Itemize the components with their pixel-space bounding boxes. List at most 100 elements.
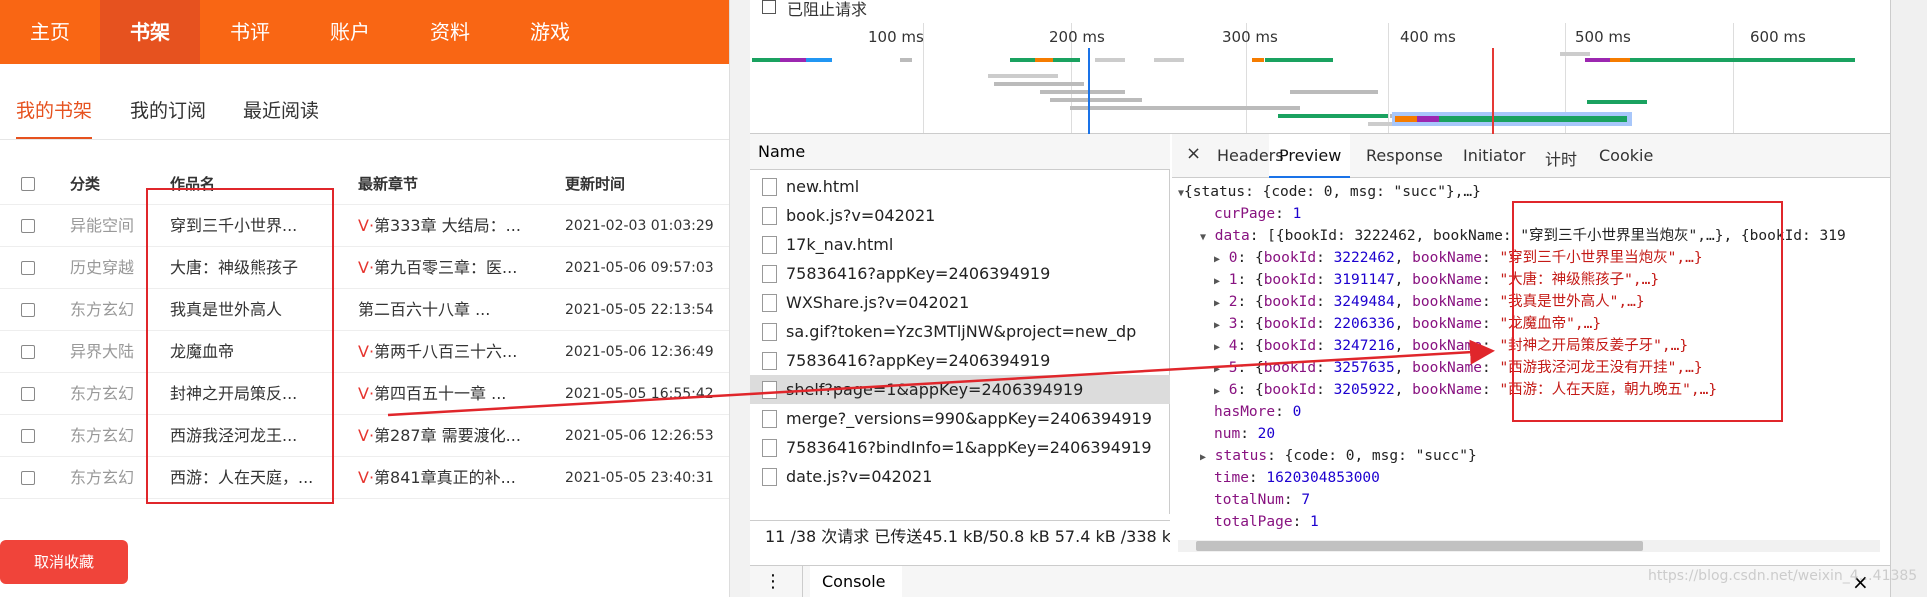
row-checkbox[interactable]	[21, 471, 35, 485]
update-time: 2021-02-03 01:03:29	[565, 218, 714, 234]
book-category: 异能空间	[70, 216, 135, 235]
chapter-title: 第两千八百三十六...	[374, 342, 518, 361]
chapter-title: 第287章 需要渡化...	[374, 426, 521, 445]
tab-console[interactable]: Console	[810, 566, 902, 597]
cancel-favorite-button[interactable]: 取消收藏	[0, 540, 128, 584]
header-category: 分类	[70, 175, 101, 193]
file-icon	[762, 265, 777, 283]
request-row[interactable]: WXShare.js?v=042021	[750, 288, 1170, 317]
update-time: 2021-05-06 12:26:53	[565, 428, 714, 444]
latest-chapter-link[interactable]: V·第两千八百三十六...	[358, 331, 517, 373]
vip-marker: V·	[358, 258, 375, 277]
request-row[interactable]: merge?_versions=990&appKey=2406394919	[750, 404, 1170, 433]
table-row[interactable]: 东方玄幻 封神之开局策反... V·第四百五十一章 ... 2021-05-05 16…	[0, 373, 729, 415]
vip-marker: V·	[358, 342, 375, 361]
request-name: WXShare.js?v=042021	[786, 293, 970, 312]
table-row[interactable]: 东方玄幻 西游我泾河龙王... V·第287章 需要渡化... 2021-05-06 …	[0, 415, 729, 457]
json-status[interactable]: ▶ status: {code: 0, msg: "succ"}	[1200, 445, 1477, 469]
side-panel-strip	[1890, 0, 1927, 597]
request-name: 75836416?appKey=2406394919	[786, 264, 1051, 283]
request-name: new.html	[786, 177, 860, 196]
table-row[interactable]: 东方玄幻 西游：人在天庭，... V·第841章真正的补... 2021-05-05 …	[0, 457, 729, 499]
tick-label: 100 ms	[868, 28, 924, 46]
tab-preview[interactable]: Preview	[1279, 146, 1341, 165]
request-name: date.js?v=042021	[786, 467, 933, 486]
nav-games[interactable]: 游戏	[500, 0, 600, 64]
network-status-summary: 11 /38 次请求 已传送45.1 kB/50.8 kB 57.4 kB /3…	[750, 520, 1170, 560]
request-row[interactable]: date.js?v=042021	[750, 462, 1170, 491]
tick-label: 600 ms	[1750, 28, 1806, 46]
json-totalnum: totalNum: 7	[1214, 492, 1311, 508]
book-category: 东方玄幻	[70, 384, 135, 403]
request-row[interactable]: book.js?v=042021	[750, 201, 1170, 230]
request-row[interactable]: sa.gif?token=Yzc3MTljNW&project=new_dp	[750, 317, 1170, 346]
tab-my-subscriptions[interactable]: 我的订阅	[130, 96, 206, 137]
annotation-box-booknames	[1512, 201, 1783, 422]
row-checkbox[interactable]	[21, 261, 35, 275]
table-header-row: 分类 作品名 最新章节 更新时间	[0, 163, 729, 205]
request-name: sa.gif?token=Yzc3MTljNW&project=new_dp	[786, 322, 1137, 341]
update-time: 2021-05-06 12:36:49	[565, 344, 714, 360]
update-time: 2021-05-05 23:40:31	[565, 470, 714, 486]
file-icon	[762, 178, 777, 196]
request-row[interactable]: 75836416?appKey=2406394919	[750, 259, 1170, 288]
network-timeline[interactable]: 100 ms 200 ms 300 ms 400 ms 500 ms 600 m…	[750, 18, 1890, 134]
latest-chapter-link[interactable]: V·第四百五十一章 ...	[358, 373, 506, 415]
table-row[interactable]: 历史穿越 大唐：神级熊孩子 V·第九百零三章：医... 2021-05-06 09:5…	[0, 247, 729, 289]
more-icon[interactable]: ⋮	[764, 566, 782, 597]
json-num: num: 20	[1214, 426, 1276, 442]
request-name: 75836416?appKey=2406394919	[786, 351, 1051, 370]
latest-chapter-link[interactable]: V·第九百零三章：医...	[358, 247, 517, 289]
request-row[interactable]: 17k_nav.html	[750, 230, 1170, 259]
tab-recent-reading[interactable]: 最近阅读	[243, 96, 319, 137]
file-icon	[762, 381, 777, 399]
detail-tabs: × Headers Preview Response Initiator 计时 …	[1172, 134, 1890, 178]
file-icon	[762, 294, 777, 312]
vip-marker: V·	[358, 426, 375, 445]
tab-timing[interactable]: 计时	[1545, 146, 1577, 170]
request-row[interactable]: shelf?page=1&appKey=2406394919	[750, 375, 1170, 404]
tab-response[interactable]: Response	[1366, 146, 1443, 165]
request-row[interactable]: new.html	[750, 172, 1170, 201]
book-category: 东方玄幻	[70, 300, 135, 319]
file-icon	[762, 439, 777, 457]
latest-chapter-link[interactable]: V·第841章真正的补...	[358, 457, 516, 499]
request-row[interactable]: 75836416?bindInfo=1&appKey=2406394919	[750, 433, 1170, 462]
horizontal-scrollbar-thumb[interactable]	[1196, 541, 1643, 551]
select-all-checkbox[interactable]	[21, 177, 35, 191]
vip-marker: V·	[358, 468, 375, 487]
tab-my-shelf[interactable]: 我的书架	[16, 96, 93, 139]
nav-home[interactable]: 主页	[0, 0, 100, 64]
tab-cookie[interactable]: Cookie	[1599, 146, 1653, 165]
nav-profile[interactable]: 资料	[400, 0, 500, 64]
row-checkbox[interactable]	[21, 429, 35, 443]
row-checkbox[interactable]	[21, 387, 35, 401]
update-time: 2021-05-06 09:57:03	[565, 260, 714, 276]
blocked-requests-checkbox[interactable]	[762, 0, 776, 14]
name-column-header[interactable]: Name	[750, 134, 1170, 170]
nav-bookshelf[interactable]: 书架	[100, 0, 200, 64]
tab-initiator[interactable]: Initiator	[1463, 146, 1525, 165]
table-row[interactable]: 异能空间 穿到三千小世界... V·第333章 大结局：... 2021-02-03 …	[0, 205, 729, 247]
table-row[interactable]: 东方玄幻 我真是世外高人 第二百六十八章 ... 2021-05-05 22:13:5…	[0, 289, 729, 331]
file-icon	[762, 323, 777, 341]
row-checkbox[interactable]	[21, 219, 35, 233]
vip-marker: V·	[358, 216, 375, 235]
latest-chapter-link[interactable]: 第二百六十八章 ...	[358, 289, 490, 331]
request-name: merge?_versions=990&appKey=2406394919	[786, 409, 1152, 428]
table-row[interactable]: 异界大陆 龙魔血帝 V·第两千八百三十六... 2021-05-06 12:36:49	[0, 331, 729, 373]
json-root[interactable]: ▼{status: {code: 0, msg: "succ"},…}	[1178, 181, 1481, 205]
tab-headers[interactable]: Headers	[1217, 146, 1284, 165]
nav-account[interactable]: 账户	[300, 0, 400, 64]
row-checkbox[interactable]	[21, 345, 35, 359]
row-checkbox[interactable]	[21, 303, 35, 317]
header-latest-chapter: 最新章节	[358, 175, 419, 193]
vip-marker: V·	[358, 384, 375, 403]
nav-reviews[interactable]: 书评	[200, 0, 300, 64]
request-row[interactable]: 75836416?appKey=2406394919	[750, 346, 1170, 375]
latest-chapter-link[interactable]: V·第287章 需要渡化...	[358, 415, 521, 457]
json-totalpage: totalPage: 1	[1214, 514, 1319, 530]
pane-divider[interactable]	[729, 0, 750, 597]
close-icon[interactable]: ×	[1186, 143, 1201, 164]
latest-chapter-link[interactable]: V·第333章 大结局：...	[358, 205, 521, 247]
